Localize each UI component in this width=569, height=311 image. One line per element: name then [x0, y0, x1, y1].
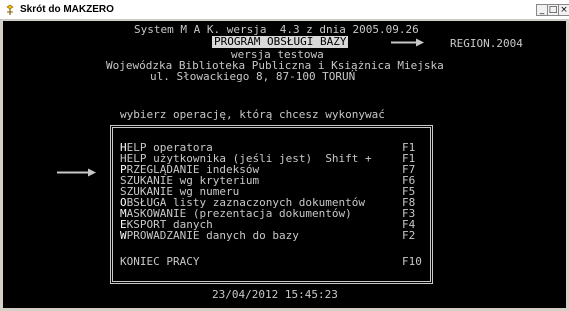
app-icon [6, 4, 14, 15]
selection-arrow-icon [57, 168, 96, 177]
title-bar[interactable]: Skrót do MAKZERO _ □ × [0, 0, 569, 20]
window-title: Skrót do MAKZERO [20, 4, 114, 15]
arrow-right-icon [391, 38, 424, 47]
menu-item-exit[interactable]: KONIEC PRACY F10 [120, 255, 422, 268]
menu-item-data-entry[interactable]: WPROWADZANIE danych do bazy F2 [120, 230, 420, 242]
menu-item-key: F2 [402, 229, 416, 242]
operation-prompt: wybierz operację, którą chcesz wykonywać [120, 108, 385, 121]
console-window: Skrót do MAKZERO _ □ × System M A K. wer… [0, 0, 569, 311]
program-label: PROGRAM OBSŁUGI BAZY [212, 35, 349, 48]
exit-label: KONIEC PRACY [120, 255, 200, 268]
menu-item-label: PROWADZANIE danych do bazy [126, 229, 299, 242]
library-address-line: ul. Słowackiego 8, 87-100 TORUŃ [150, 70, 356, 83]
datetime-display: 23/04/2012 15:45:23 [212, 288, 338, 301]
region-label: REGION.2004 [450, 37, 523, 50]
exit-key: F10 [402, 255, 422, 268]
console-screen[interactable]: System M A K. wersja 4.3 z dnia 2005.09.… [3, 21, 566, 308]
close-button[interactable]: × [558, 4, 569, 16]
menu-item-hotkey: W [120, 229, 127, 242]
